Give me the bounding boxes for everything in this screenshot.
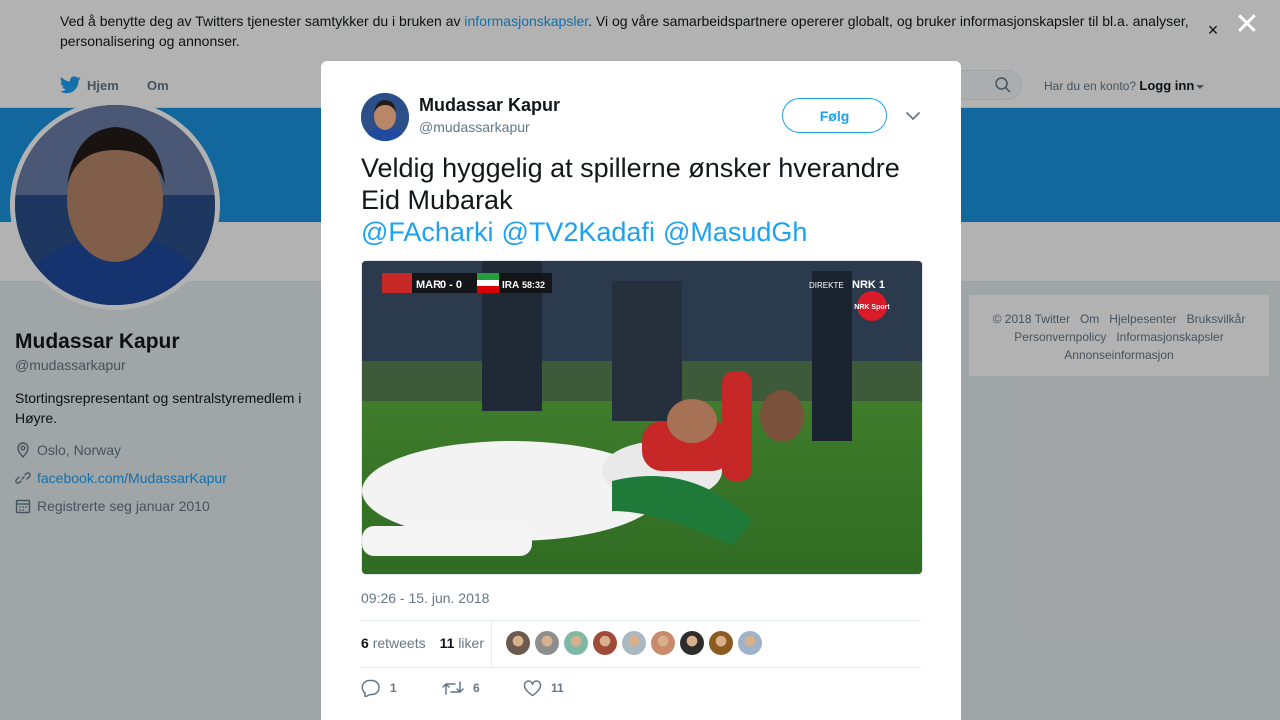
tweet-author-handle[interactable]: @mudassarkapur xyxy=(419,119,530,135)
liker-avatar[interactable] xyxy=(651,631,675,655)
tweet-modal: Mudassar Kapur @mudassarkapur Følg Veldi… xyxy=(321,61,961,720)
scoreboard-home: MAR xyxy=(416,279,441,291)
scoreboard-away: IRA xyxy=(502,280,519,291)
chevron-down-icon[interactable] xyxy=(903,108,923,124)
tweet-photo[interactable]: MAR 0 - 0 IRA 58:32 DIREKTE NRK 1 NRK Sp… xyxy=(361,260,923,575)
football-match-photo: MAR 0 - 0 IRA 58:32 DIREKTE NRK 1 NRK Sp… xyxy=(362,261,922,574)
retweet-count: 6 xyxy=(473,681,480,695)
mention-link[interactable]: @MasudGh xyxy=(663,217,807,247)
tweet-text: Veldig hyggelig at spillerne ønsker hver… xyxy=(361,153,900,247)
close-modal-button[interactable]: ✕ xyxy=(1234,10,1260,40)
tweet-timestamp[interactable]: 09:26 - 15. jun. 2018 xyxy=(361,590,489,606)
stats-divider xyxy=(491,621,492,667)
liker-avatar[interactable] xyxy=(564,631,588,655)
liker-avatar[interactable] xyxy=(738,631,762,655)
divider xyxy=(361,620,921,621)
retweets-label[interactable]: retweets xyxy=(373,635,426,651)
channel-badge: NRK Sport xyxy=(854,304,890,311)
channel-logo: NRK 1 xyxy=(852,279,885,291)
follow-button[interactable]: Følg xyxy=(782,98,887,133)
liker-avatar[interactable] xyxy=(680,631,704,655)
likes-count[interactable]: 11 xyxy=(440,635,455,651)
divider xyxy=(361,667,921,668)
tweet-actions: 1 6 11 xyxy=(361,679,604,697)
reply-icon xyxy=(361,679,380,697)
scoreboard-score: 0 - 0 xyxy=(440,279,462,291)
like-button[interactable]: 11 xyxy=(523,679,604,697)
like-count: 11 xyxy=(551,681,564,695)
liker-avatar[interactable] xyxy=(506,631,530,655)
reply-button[interactable]: 1 xyxy=(361,679,442,697)
tweet-author-name[interactable]: Mudassar Kapur xyxy=(419,95,560,116)
retweets-count[interactable]: 6 xyxy=(361,635,369,651)
retweet-button[interactable]: 6 xyxy=(442,679,523,697)
scoreboard-clock: 58:32 xyxy=(522,280,545,290)
liker-avatar[interactable] xyxy=(593,631,617,655)
retweet-icon xyxy=(442,681,464,695)
author-photo xyxy=(361,93,409,141)
tweet-author-avatar[interactable] xyxy=(361,93,409,141)
liker-avatar[interactable] xyxy=(709,631,733,655)
liker-avatars xyxy=(506,631,762,655)
liker-avatar[interactable] xyxy=(535,631,559,655)
liker-avatar[interactable] xyxy=(622,631,646,655)
broadcast-tag: DIREKTE xyxy=(809,281,844,290)
heart-icon xyxy=(523,679,542,696)
likes-label[interactable]: liker xyxy=(458,635,484,651)
mention-link[interactable]: @FAcharki xyxy=(361,217,493,247)
mention-link[interactable]: @TV2Kadafi xyxy=(501,217,654,247)
tweet-stats: 6 retweets 11 liker xyxy=(361,635,484,651)
reply-count: 1 xyxy=(390,681,397,695)
